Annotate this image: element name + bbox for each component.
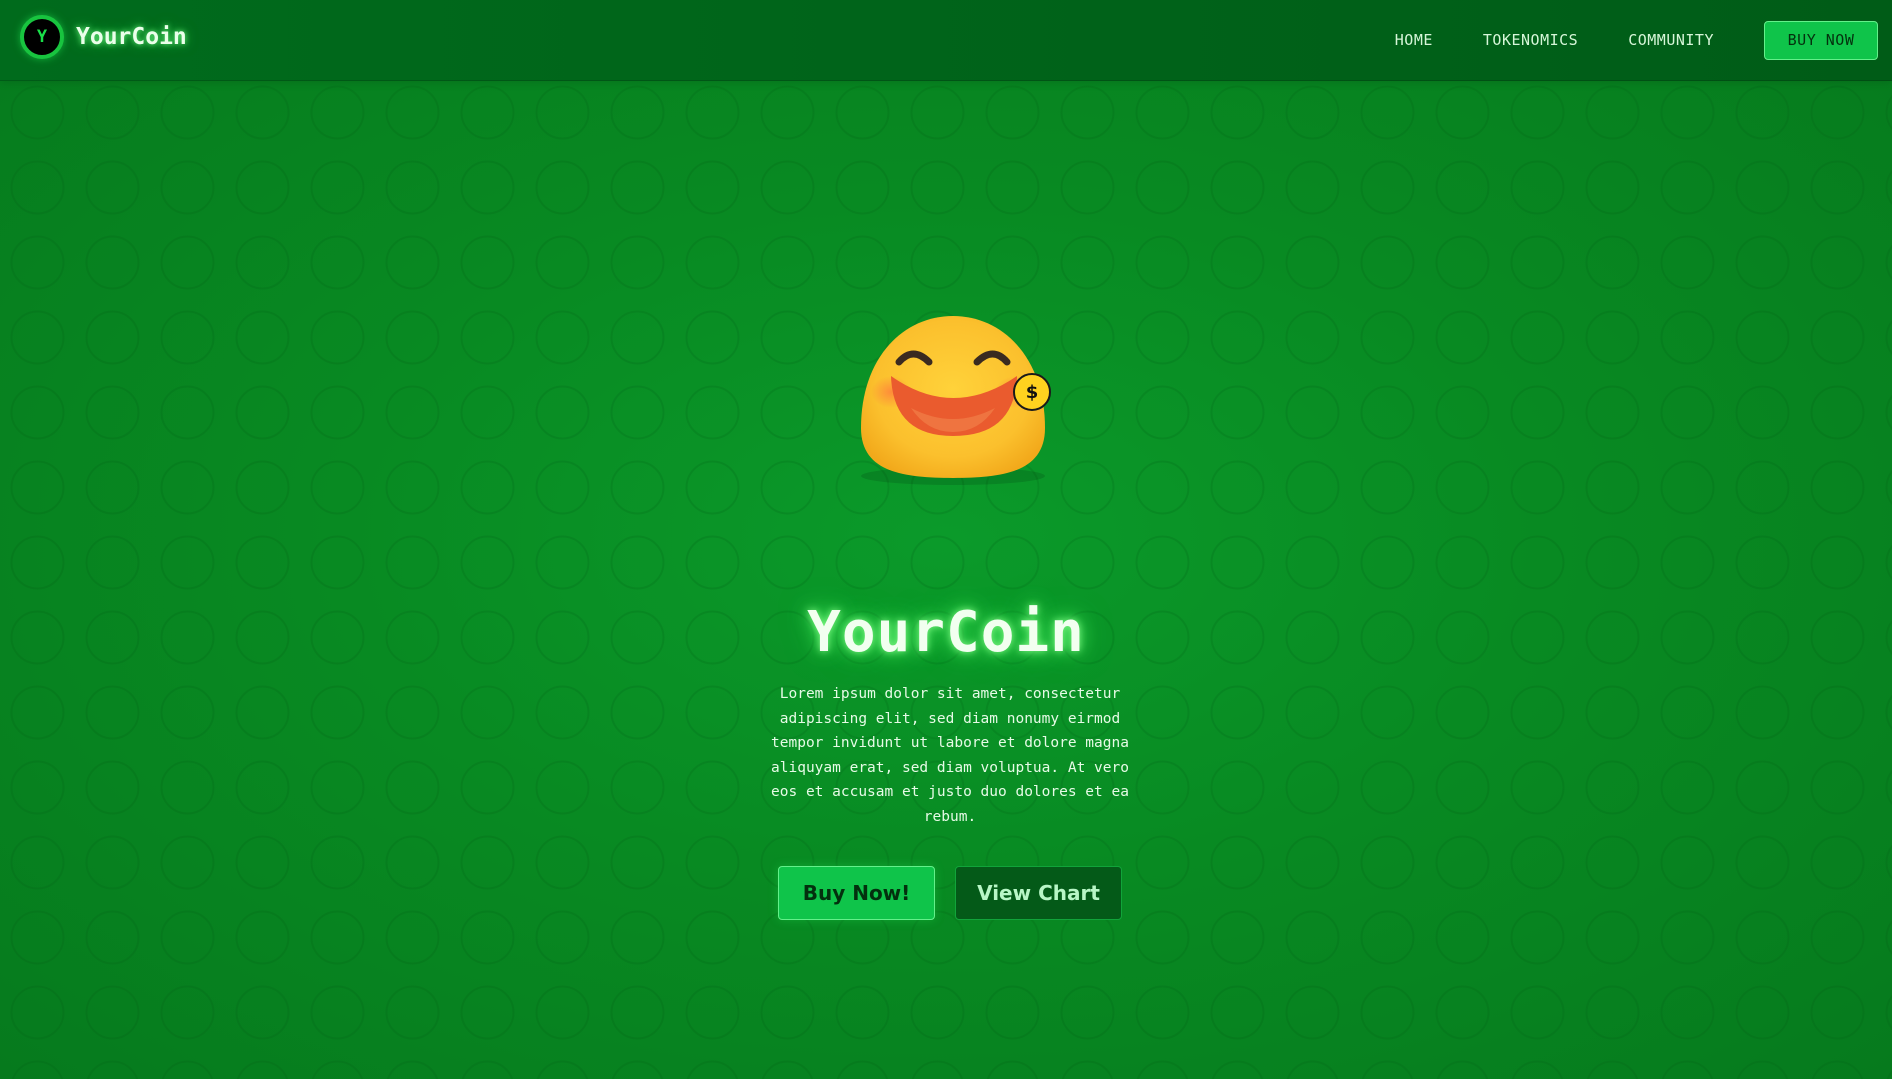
hero-button-group: Buy Now! View Chart [778, 866, 1122, 920]
hero-section [0, 80, 1892, 1079]
view-chart-button[interactable]: View Chart [955, 866, 1122, 920]
site-header: Y YourCoin HOME TOKENOMICS COMMUNITY BUY… [0, 0, 1892, 81]
hero-title: YourCoin [807, 600, 1085, 665]
nav-tokenomics[interactable]: TOKENOMICS [1483, 31, 1578, 49]
header-buy-now-button[interactable]: BUY NOW [1764, 20, 1878, 60]
hero-description: Lorem ipsum dolor sit amet, consectetur … [771, 686, 1129, 825]
brand-name: YourCoin [76, 24, 187, 50]
nav-home[interactable]: HOME [1395, 31, 1433, 49]
main-nav: HOME TOKENOMICS COMMUNITY BUY NOW [1395, 0, 1892, 80]
brand-logo[interactable]: Y YourCoin [20, 15, 187, 59]
buy-now-button[interactable]: Buy Now! [778, 866, 935, 920]
dollar-coin-icon: $ [1013, 373, 1051, 411]
logo-coin-icon: Y [20, 15, 64, 59]
nav-community[interactable]: COMMUNITY [1628, 31, 1714, 49]
